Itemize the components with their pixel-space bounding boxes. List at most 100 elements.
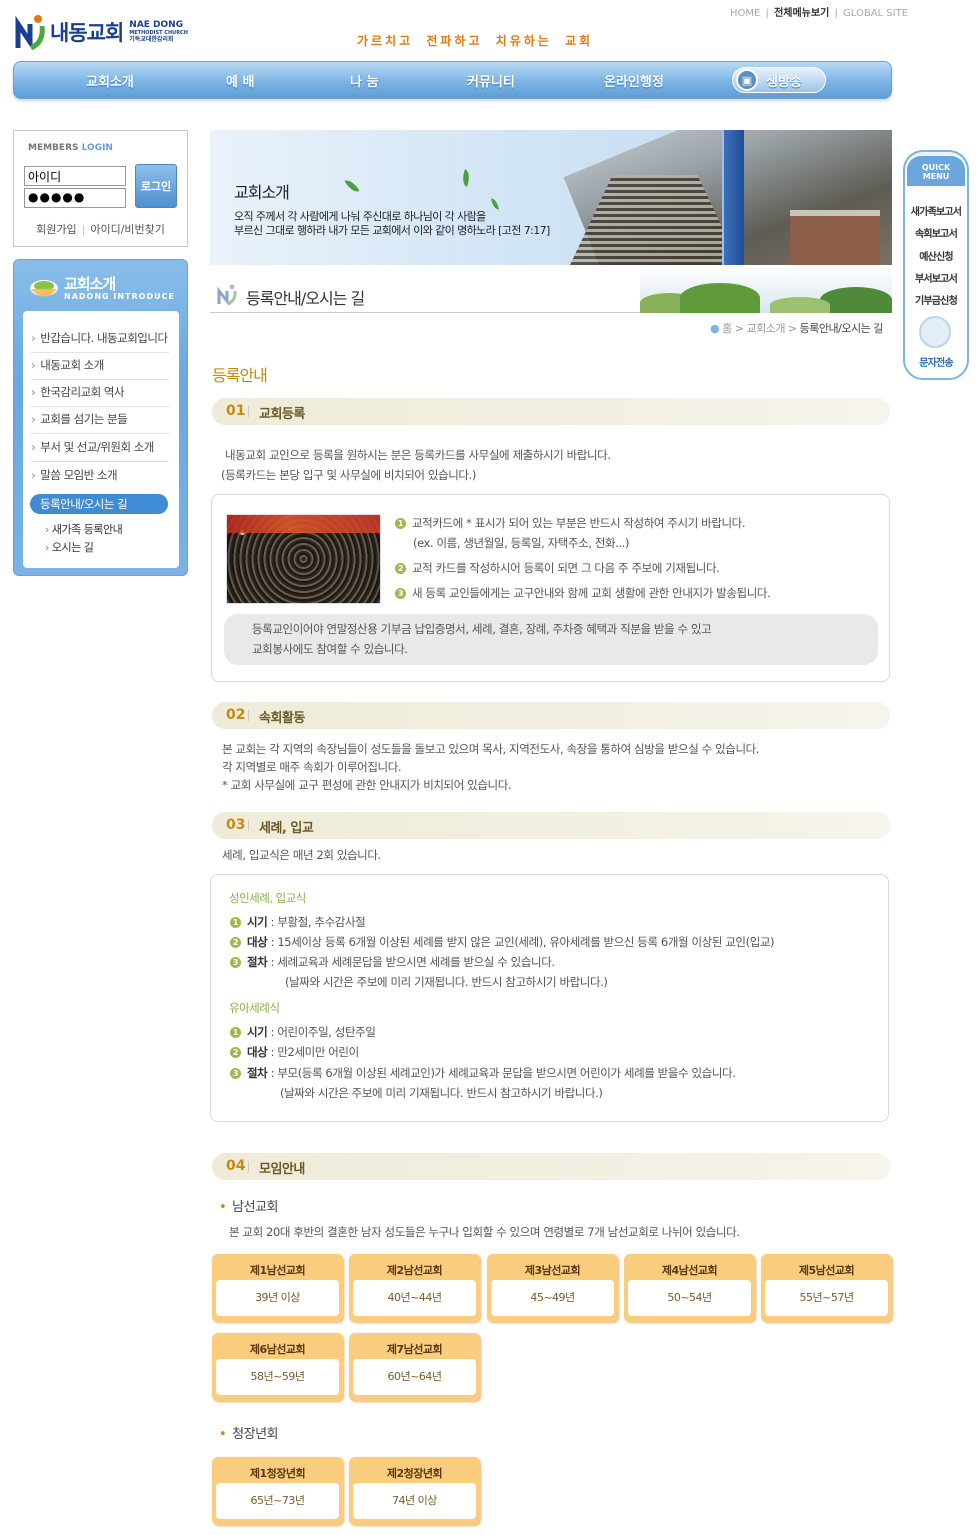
side-subnav-directions[interactable]: 오시는 길	[45, 539, 94, 555]
leaf-icon	[344, 177, 360, 195]
section-banner: 교회소개 오직 주께서 각 사람에게 나눠 주신대로 하나님이 각 사람을 부르…	[210, 130, 892, 265]
find-account-link[interactable]: 아이디/비번찾기	[90, 223, 165, 236]
section-header-cell-activity: 02 속회활동	[212, 702, 890, 729]
side-nav-list: 반갑습니다. 내동교회입니다 내동교회 소개 한국감리교회 역사 교회를 섬기는…	[23, 311, 179, 568]
id-input[interactable]: 아이디	[24, 166, 126, 186]
side-nav-item-welcome[interactable]: 반갑습니다. 내동교회입니다	[31, 330, 169, 353]
registration-item-3: 3새 등록 교인들에게는 교구안내와 함께 교회 생활에 관한 안내지가 발송됩…	[395, 584, 771, 602]
adult-baptism-time: 1 시기 : 부활절, 추수감사절	[230, 913, 366, 931]
quick-new-family-report[interactable]: 새가족보고서	[905, 203, 967, 218]
number-three-icon: 3	[230, 957, 241, 968]
cell-activity-line3: * 교회 사무실에 교구 편성에 관한 안내지가 비치되어 있습니다.	[222, 778, 512, 792]
side-nav-item-about[interactable]: 내동교회 소개	[31, 357, 169, 380]
home-link[interactable]: HOME	[730, 8, 760, 19]
section-header-groups: 04 모임안내	[212, 1153, 890, 1180]
church-logo-icon	[217, 284, 237, 306]
nav-intro[interactable]: 교회소개	[86, 71, 134, 90]
section-header-baptism: 03 세례, 입교	[212, 812, 890, 839]
join-link[interactable]: 회원가입	[36, 223, 76, 236]
sitemap-link[interactable]: 전체메뉴보기	[774, 8, 829, 19]
banner-title: 교회소개	[234, 183, 290, 202]
content-heading: 등록안내	[212, 366, 268, 385]
side-nav-item-registration[interactable]: 등록안내/오시는 길	[30, 494, 168, 514]
sms-icon[interactable]	[919, 316, 951, 348]
baptism-intro: 세례, 입교식은 매년 2회 있습니다.	[222, 848, 381, 862]
church-tower-image	[722, 130, 744, 265]
main-navigation: 교회소개 예 배 나 눔 커뮤니티 온라인행정 ▣ 생방송	[13, 61, 892, 99]
church-building-image	[790, 210, 880, 265]
leaf-icon	[459, 169, 473, 187]
breadcrumb: ● 홈 > 교회소개 > 등록안내/오시는 길	[710, 322, 883, 335]
infant-baptism-target: 2 대상 : 만2세미만 어린이	[230, 1043, 359, 1061]
side-nav-item-departments[interactable]: 부서 및 선교/위원회 소개	[31, 439, 169, 462]
members-login-title: MEMBERS LOGIN	[28, 143, 113, 153]
men-group-card: 제1남선교회 39년 이상	[212, 1254, 343, 1322]
nav-sharing[interactable]: 나 눔	[350, 71, 378, 90]
nav-online-admin[interactable]: 온라인행정	[604, 71, 664, 90]
breadcrumb-home[interactable]: 홈	[722, 322, 732, 335]
number-two-icon: 2	[230, 937, 241, 948]
login-links: 회원가입 | 아이디/비번찾기	[36, 223, 165, 236]
infant-baptism-note: (날짜와 시간은 주보에 미리 기재됩니다. 반드시 참고하시기 바랍니다.)	[280, 1086, 603, 1100]
side-nav-title: 교회소개	[64, 275, 116, 293]
men-group-card: 제6남선교회 58년~59년	[212, 1333, 343, 1401]
young-adult-title: • 청장년회	[219, 1427, 279, 1442]
side-nav-item-bible-study[interactable]: 말씀 모임반 소개	[31, 467, 169, 489]
nav-community[interactable]: 커뮤니티	[467, 71, 515, 90]
young-adult-group-card: 제2청장년회 74년 이상	[349, 1457, 480, 1525]
section-header-registration: 01 교회등록	[212, 398, 890, 425]
cell-activity-line2: 각 지역별로 매주 속회가 이루어집니다.	[222, 760, 402, 774]
breadcrumb-parent[interactable]: 교회소개	[746, 322, 785, 335]
top-links: HOME | 전체메뉴보기 | GLOBAL SITE	[730, 8, 909, 19]
quick-donation-request[interactable]: 기부금신청	[905, 292, 967, 307]
number-two-icon: 2	[395, 563, 406, 574]
login-box: MEMBERS LOGIN 아이디 ●●●●● 로그인 회원가입 | 아이디/비번찾…	[13, 130, 188, 247]
adult-baptism-title: 성인세례, 입교식	[229, 891, 306, 905]
registration-item-2: 2 교적 카드를 작성하시어 등록이 되면 그 다음 주 주보에 기재됩니다.	[395, 559, 720, 577]
login-button[interactable]: 로그인	[135, 164, 177, 208]
number-two-icon: 2	[230, 1047, 241, 1058]
side-nav-item-history[interactable]: 한국감리교회 역사	[31, 384, 169, 407]
adult-baptism-note: (날짜와 시간은 주보에 미리 기재됩니다. 반드시 참고하시기 바랍니다.)	[285, 975, 608, 989]
quick-department-report[interactable]: 부서보고서	[905, 270, 967, 285]
men-group-card: 제4남선교회 50~54년	[624, 1254, 755, 1322]
infant-baptism-title: 유아세례식	[229, 1001, 280, 1015]
quick-sms-link[interactable]: 문자전송	[905, 354, 967, 369]
slogan: 가르치고 전파하고 치유하는 교회	[357, 34, 594, 48]
quick-cell-report[interactable]: 속회보고서	[905, 225, 967, 240]
logo[interactable]: 내동교회 NAE DONG METHODIST CHURCH 기독교대한감리회	[14, 14, 188, 50]
infant-baptism-time: 1 시기 : 어린이주일, 성탄주일	[230, 1023, 376, 1041]
men-mission-desc: 본 교회 20대 후반의 결혼한 남자 성도들은 누구나 입회할 수 있으며 연…	[229, 1225, 740, 1239]
number-three-icon: 3	[395, 588, 406, 599]
number-one-icon: 1	[230, 917, 241, 928]
adult-baptism-target: 2 대상 : 15세이상 등록 6개월 이상된 세례를 받지 않은 교인(세례),…	[230, 933, 775, 951]
church-logo-icon	[15, 15, 45, 50]
number-one-icon: 1	[230, 1027, 241, 1038]
side-nav-item-staff[interactable]: 교회를 섬기는 분들	[31, 411, 169, 434]
leaf-icon	[491, 197, 499, 211]
registration-intro-note: (등록카드는 본당 입구 및 사무실에 비치되어 있습니다.)	[221, 468, 476, 482]
side-nav-subtitle: NADONG INTRODUCE	[64, 292, 175, 301]
infant-baptism-procedure: 3 절차 : 부모(등록 6개월 이상된 세례교인)가 세례교육과 문답을 받으시…	[230, 1064, 736, 1082]
side-subnav-new-family[interactable]: 새가족 등록안내	[45, 521, 123, 537]
men-mission-title: • 남선교회	[219, 1200, 279, 1215]
registration-item-1: 1 교적카드에 * 표시가 되어 있는 부분은 반드시 작성하여 주시기 바랍니다…	[395, 514, 746, 532]
men-group-card: 제2남선교회 40년~44년	[349, 1254, 480, 1322]
tv-icon: ▣	[736, 69, 758, 91]
registration-note-line2: 교회봉사에도 참여할 수 있습니다.	[252, 642, 408, 656]
bowl-icon	[30, 280, 58, 297]
registration-intro: 내동교회 교인으로 등록을 원하시는 분은 등록카드를 사무실에 제출하시기 바…	[225, 448, 611, 462]
number-three-icon: 3	[230, 1068, 241, 1079]
men-group-card: 제7남선교회 60년~64년	[349, 1333, 480, 1401]
side-navigation: 교회소개 NADONG INTRODUCE 반갑습니다. 내동교회입니다 내동교…	[13, 259, 188, 576]
quick-budget-request[interactable]: 예산신청	[905, 248, 967, 263]
nav-worship[interactable]: 예 배	[226, 71, 254, 90]
page-title-bar: 등록안내/오시는 길	[210, 265, 892, 313]
congregation-photo-stage	[227, 515, 380, 533]
men-group-card: 제3남선교회 45~49년	[487, 1254, 618, 1322]
password-input[interactable]: ●●●●●	[24, 188, 126, 208]
live-broadcast-button[interactable]: ▣ 생방송	[732, 67, 826, 93]
global-site-link[interactable]: GLOBAL SITE	[843, 8, 908, 19]
quick-menu: QUICK MENU 새가족보고서 속회보고서 예산신청 부서보고서 기부금신청 …	[903, 150, 969, 380]
trees-decoration	[640, 265, 892, 313]
